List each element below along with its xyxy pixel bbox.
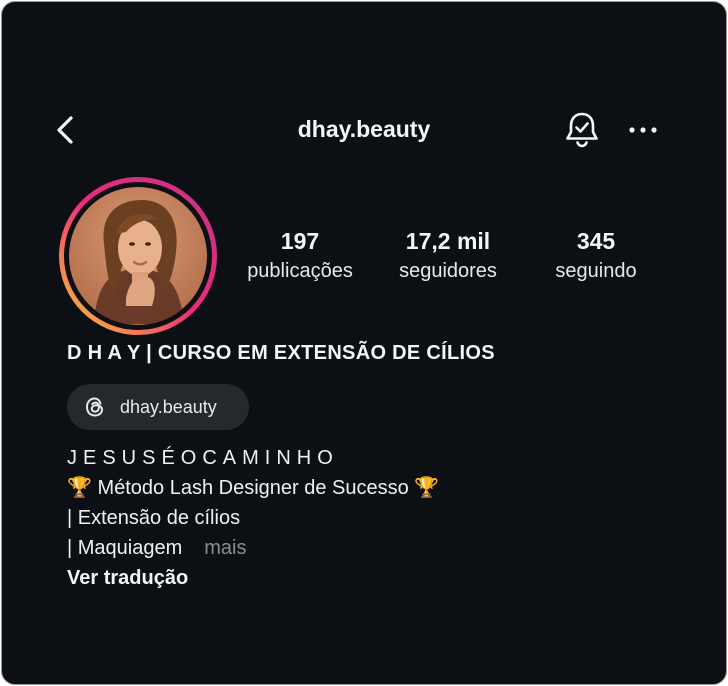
following-value: 345 [576,228,616,254]
followers-count[interactable]: 17,2 mil seguidores [386,227,510,285]
more-horizontal-icon [629,127,657,133]
bio-line-1: JESUSÉOCAMINHO [67,447,339,469]
posts-label: publicações [247,260,353,282]
display-name: D H A Y | CURSO EM EXTENSÃO DE CÍLIOS [67,342,495,364]
notifications-button[interactable] [562,108,602,152]
threads-icon [86,397,103,417]
following-label: seguindo [555,260,637,282]
followers-value: 17,2 mil [405,228,491,254]
top-bar: dhay.beauty [2,100,726,160]
threads-username: dhay.beauty [120,397,217,417]
following-count[interactable]: 345 seguindo [538,227,654,285]
posts-count[interactable]: 197 publicações [236,227,364,285]
threads-profile-link[interactable]: dhay.beauty [67,384,249,430]
profile-photo [59,177,217,335]
profile-screen: dhay.beauty 197 publicações 17,2 mil seg… [1,1,727,685]
avatar[interactable] [56,174,220,338]
bio-line-4: | Maquiagem mais [67,533,247,563]
see-translation-link[interactable]: Ver tradução [67,563,188,593]
profile-username-title: dhay.beauty [297,116,431,142]
more-link[interactable]: mais [204,537,246,559]
bell-check-icon [566,112,598,148]
followers-label: seguidores [399,260,497,282]
bio-line-4-text: | Maquiagem [67,537,183,559]
bio-line-2: 🏆 Método Lash Designer de Sucesso 🏆 [67,477,440,499]
bio-line-3: | Extensão de cílios [67,507,241,529]
posts-value: 197 [280,228,320,254]
more-options-button[interactable] [624,114,662,146]
